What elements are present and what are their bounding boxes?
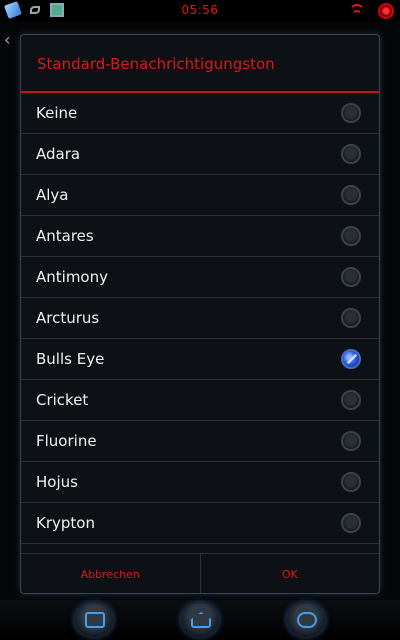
status-clock: 05:56 bbox=[181, 3, 219, 17]
dialog-button-bar: Abbrechen OK bbox=[21, 553, 380, 593]
navigation-bar bbox=[0, 600, 400, 640]
list-item-selected[interactable]: Bulls Eye bbox=[21, 339, 379, 380]
ringtone-label: Antares bbox=[36, 227, 94, 245]
list-item[interactable]: Krypton bbox=[21, 503, 379, 544]
ringtone-label: Krypton bbox=[36, 514, 95, 532]
list-item-partial[interactable] bbox=[21, 544, 379, 553]
ringtone-list[interactable]: Keine Adara Alya Antares Antimony Arctur… bbox=[21, 93, 379, 553]
wifi-icon bbox=[348, 2, 366, 20]
recent-apps-button[interactable] bbox=[74, 602, 114, 638]
ringtone-label: Keine bbox=[36, 104, 78, 122]
ringtone-label: Antimony bbox=[36, 268, 108, 286]
list-item[interactable]: Antares bbox=[21, 216, 379, 257]
battery-icon bbox=[378, 3, 394, 19]
radio-button[interactable] bbox=[341, 308, 361, 328]
radio-button[interactable] bbox=[341, 144, 361, 164]
radio-button[interactable] bbox=[341, 513, 361, 533]
home-button[interactable] bbox=[180, 602, 220, 638]
background-back-chevron-icon: ‹ bbox=[4, 30, 11, 49]
ringtone-label: Alya bbox=[36, 186, 69, 204]
list-item[interactable]: Antimony bbox=[21, 257, 379, 298]
radio-button[interactable] bbox=[341, 103, 361, 123]
recent-apps-icon bbox=[85, 612, 105, 628]
ringtone-label: Cricket bbox=[36, 391, 89, 409]
ringtone-label: Bulls Eye bbox=[36, 350, 105, 368]
radio-button[interactable] bbox=[341, 431, 361, 451]
radio-button[interactable] bbox=[341, 267, 361, 287]
list-item[interactable]: Fluorine bbox=[21, 421, 379, 462]
list-item[interactable]: Arcturus bbox=[21, 298, 379, 339]
radio-button[interactable] bbox=[341, 472, 361, 492]
ringtone-label: Fluorine bbox=[36, 432, 97, 450]
dialog-title: Standard-Benachrichtigungston bbox=[37, 55, 275, 73]
radio-button[interactable] bbox=[341, 390, 361, 410]
radio-button[interactable] bbox=[341, 226, 361, 246]
system-icons bbox=[348, 2, 394, 20]
home-icon bbox=[191, 612, 211, 628]
list-item[interactable]: Keine bbox=[21, 93, 379, 134]
radio-button-checked[interactable] bbox=[341, 349, 361, 369]
list-item[interactable]: Cricket bbox=[21, 380, 379, 421]
ringtone-label: Adara bbox=[36, 145, 81, 163]
list-item[interactable]: Adara bbox=[21, 134, 379, 175]
radio-button[interactable] bbox=[341, 185, 361, 205]
list-item[interactable]: Hojus bbox=[21, 462, 379, 503]
ok-button[interactable]: OK bbox=[199, 554, 380, 593]
back-icon bbox=[297, 612, 317, 628]
ringtone-dialog: Standard-Benachrichtigungston Keine Adar… bbox=[20, 34, 380, 594]
ringtone-label: Arcturus bbox=[36, 309, 100, 327]
back-button[interactable] bbox=[286, 602, 326, 638]
list-item[interactable]: Alya bbox=[21, 175, 379, 216]
ringtone-label: Hojus bbox=[36, 473, 78, 491]
status-bar: 05:56 bbox=[0, 0, 400, 22]
cancel-button[interactable]: Abbrechen bbox=[21, 554, 200, 593]
